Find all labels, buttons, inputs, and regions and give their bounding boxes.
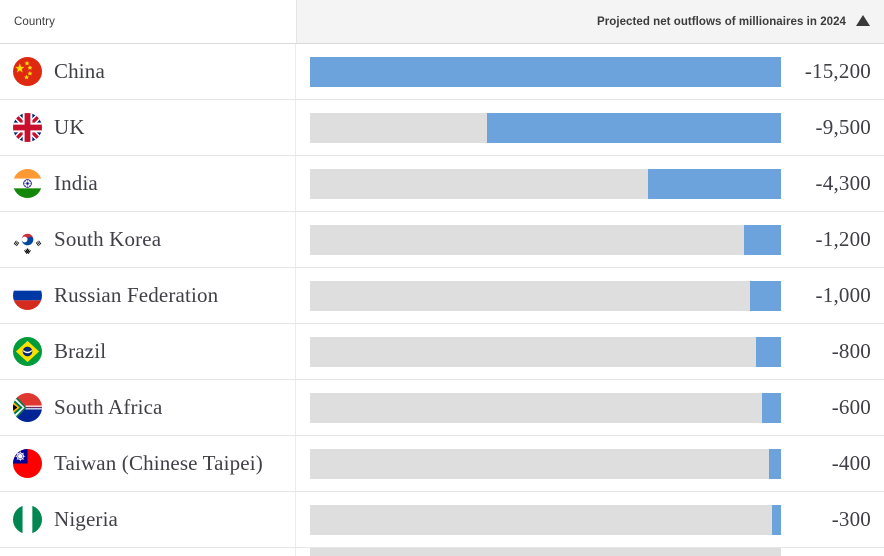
table-row[interactable]: Brazil -800 bbox=[0, 324, 884, 380]
country-cell bbox=[0, 548, 296, 556]
bar-track bbox=[310, 504, 781, 535]
country-cell: India bbox=[0, 156, 296, 211]
country-cell: Nigeria bbox=[0, 492, 296, 547]
column-header-country[interactable]: Country bbox=[0, 0, 296, 43]
flag-uk-icon bbox=[13, 113, 42, 142]
table-body: China -15,200 UK -9,500 India -4,300 South Kor… bbox=[0, 44, 884, 556]
value-label: -800 bbox=[831, 339, 871, 363]
table-row[interactable]: Taiwan (Chinese Taipei) -400 bbox=[0, 436, 884, 492]
bar-fill bbox=[310, 56, 781, 87]
metric-cell: -300 bbox=[296, 492, 884, 547]
value-label: -1,200 bbox=[815, 227, 871, 251]
country-cell: South Africa bbox=[0, 380, 296, 435]
country-label: India bbox=[54, 171, 98, 195]
country-cell: Taiwan (Chinese Taipei) bbox=[0, 436, 296, 491]
metric-cell: -15,200 bbox=[296, 44, 884, 99]
flag-nigeria-icon bbox=[13, 505, 42, 534]
table-row[interactable]: Nigeria -300 bbox=[0, 492, 884, 548]
bar-fill bbox=[743, 224, 781, 255]
country-label: Nigeria bbox=[54, 507, 119, 531]
value-label: -9,500 bbox=[815, 115, 871, 139]
bar-track bbox=[310, 168, 781, 199]
country-cell: Brazil bbox=[0, 324, 296, 379]
metric-cell: -1,200 bbox=[296, 212, 884, 267]
flag-taiwan-icon bbox=[13, 449, 42, 478]
country-label: Russian Federation bbox=[54, 283, 219, 307]
column-header-country-label: Country bbox=[14, 15, 55, 28]
country-cell: Russian Federation bbox=[0, 268, 296, 323]
metric-cell: -9,500 bbox=[296, 100, 884, 155]
value-label: -400 bbox=[831, 451, 871, 475]
bar-track bbox=[310, 448, 781, 479]
bar-fill bbox=[756, 336, 781, 367]
country-label: Brazil bbox=[54, 339, 107, 363]
metric-cell bbox=[296, 548, 884, 556]
flag-india-icon bbox=[13, 169, 42, 198]
value-label: -15,200 bbox=[804, 59, 871, 83]
table-row[interactable]: Russian Federation -1,000 bbox=[0, 268, 884, 324]
flag-south-korea-icon bbox=[13, 225, 42, 254]
country-cell: China bbox=[0, 44, 296, 99]
country-label: South Korea bbox=[54, 227, 162, 251]
country-label: UK bbox=[54, 115, 85, 139]
bar-fill bbox=[762, 392, 781, 423]
bar-track bbox=[310, 280, 781, 311]
bar-fill bbox=[647, 168, 781, 199]
flag-russia-icon bbox=[13, 281, 42, 310]
country-label: China bbox=[54, 59, 105, 83]
metric-cell: -600 bbox=[296, 380, 884, 435]
metric-cell: -800 bbox=[296, 324, 884, 379]
value-label: -1,000 bbox=[815, 283, 871, 307]
metric-cell: -4,300 bbox=[296, 156, 884, 211]
bar-track bbox=[310, 224, 781, 255]
bar-fill bbox=[771, 504, 781, 535]
value-label: -300 bbox=[831, 507, 871, 531]
bar-fill bbox=[768, 448, 781, 479]
flag-china-icon bbox=[13, 57, 42, 86]
value-label: -4,300 bbox=[815, 171, 871, 195]
metric-cell: -1,000 bbox=[296, 268, 884, 323]
table-row-partial[interactable] bbox=[0, 548, 884, 556]
bar-track bbox=[310, 336, 781, 367]
country-cell: South Korea bbox=[0, 212, 296, 267]
bar-track bbox=[310, 548, 781, 556]
sort-ascending-caret-icon[interactable] bbox=[856, 15, 870, 26]
table-row[interactable]: South Korea -1,200 bbox=[0, 212, 884, 268]
table-header-row: Country Projected net outflows of millio… bbox=[0, 0, 884, 44]
bar-track bbox=[310, 392, 781, 423]
metric-cell: -400 bbox=[296, 436, 884, 491]
flag-brazil-icon bbox=[13, 337, 42, 366]
table-row[interactable]: India -4,300 bbox=[0, 156, 884, 212]
table-row[interactable]: China -15,200 bbox=[0, 44, 884, 100]
country-cell: UK bbox=[0, 100, 296, 155]
column-header-metric-label: Projected net outflows of millionaires i… bbox=[597, 15, 846, 28]
country-label: Taiwan (Chinese Taipei) bbox=[54, 451, 263, 475]
bar-fill bbox=[749, 280, 781, 311]
bar-fill bbox=[486, 112, 781, 143]
bar-track bbox=[310, 112, 781, 143]
column-header-metric[interactable]: Projected net outflows of millionaires i… bbox=[296, 0, 884, 43]
table-row[interactable]: South Africa -600 bbox=[0, 380, 884, 436]
country-label: South Africa bbox=[54, 395, 163, 419]
value-label: -600 bbox=[831, 395, 871, 419]
table-row[interactable]: UK -9,500 bbox=[0, 100, 884, 156]
millionaire-outflows-table: Country Projected net outflows of millio… bbox=[0, 0, 884, 556]
bar-track bbox=[310, 56, 781, 87]
flag-south-africa-icon bbox=[13, 393, 42, 422]
